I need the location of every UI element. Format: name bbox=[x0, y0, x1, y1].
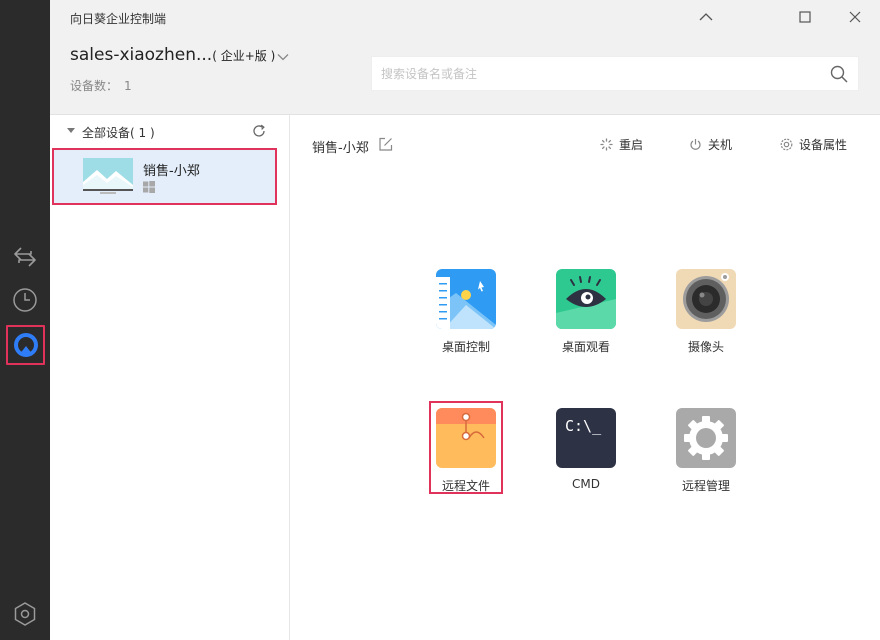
rail-settings-button[interactable] bbox=[0, 594, 50, 634]
edit-icon[interactable] bbox=[379, 137, 393, 151]
history-clock-icon bbox=[13, 288, 37, 312]
device-detail-title: 销售-小郑 bbox=[312, 141, 369, 156]
tile-desktop-view-label: 桌面观看 bbox=[561, 340, 610, 354]
tile-remote-desktop-label: 桌面控制 bbox=[441, 340, 490, 354]
windows-icon bbox=[143, 181, 155, 193]
tile-camera[interactable]: 摄像头 bbox=[666, 269, 746, 355]
tile-desktop-view[interactable]: 桌面观看 bbox=[546, 269, 626, 355]
search-box[interactable] bbox=[371, 56, 859, 91]
device-count-value: 1 bbox=[124, 79, 132, 93]
account-switcher[interactable]: sales-xiaozhen...( 企业+版 ) bbox=[70, 45, 275, 65]
close-icon bbox=[849, 11, 861, 23]
close-button[interactable] bbox=[841, 6, 869, 28]
maximize-button[interactable] bbox=[791, 6, 819, 28]
header: 向日葵企业控制端 sales-xiaozhen...( 企业+版 ) 设备数： 1 bbox=[50, 0, 880, 115]
device-name: 销售-小郑 bbox=[143, 164, 200, 179]
tile-cmd-label: CMD bbox=[572, 477, 600, 491]
cmd-terminal-icon: C:\_ bbox=[556, 408, 616, 468]
device-group-row[interactable]: 全部设备( 1 ) bbox=[50, 115, 290, 147]
maximize-icon bbox=[799, 11, 811, 23]
tile-camera-label: 摄像头 bbox=[687, 340, 724, 354]
remote-manage-gear-icon bbox=[676, 408, 736, 468]
account-dropdown-toggle[interactable] bbox=[277, 50, 289, 64]
device-list-panel: 全部设备( 1 ) 销售-小郑 bbox=[50, 115, 290, 640]
restart-label: 重启 bbox=[619, 138, 644, 152]
tile-remote-desktop[interactable]: 桌面控制 bbox=[426, 269, 506, 355]
tile-remote-file[interactable]: 远程文件 bbox=[426, 408, 506, 494]
window-title: 向日葵企业控制端 bbox=[70, 12, 167, 26]
tile-remote-file-label: 远程文件 bbox=[441, 479, 490, 493]
search-icon[interactable] bbox=[830, 65, 848, 83]
monitor-icon bbox=[83, 158, 133, 194]
tile-remote-manage[interactable]: 远程管理 bbox=[666, 408, 746, 494]
search-input[interactable] bbox=[381, 65, 811, 83]
device-properties-button[interactable]: 设备属性 bbox=[780, 136, 847, 153]
device-count: 设备数： 1 bbox=[70, 77, 132, 94]
rail-history-button[interactable] bbox=[0, 280, 50, 320]
rail-devices-button[interactable] bbox=[6, 325, 45, 365]
device-detail-panel: 销售-小郑 重启 关机 设备属性 桌面控制 桌面观看 摄像头 远程文件 C:\_… bbox=[291, 115, 880, 640]
sunlogin-device-icon bbox=[13, 333, 38, 357]
remote-desktop-icon bbox=[436, 269, 496, 329]
device-properties-label: 设备属性 bbox=[799, 138, 848, 152]
shutdown-label: 关机 bbox=[708, 138, 733, 152]
chevron-down-icon bbox=[277, 54, 289, 61]
caret-down-icon[interactable] bbox=[67, 128, 75, 133]
cmd-icon-text: C:\_ bbox=[565, 417, 602, 435]
left-nav-rail bbox=[0, 0, 50, 640]
collapse-button[interactable] bbox=[692, 6, 720, 28]
device-group-label: 全部设备( 1 ) bbox=[82, 126, 155, 140]
refresh-icon[interactable] bbox=[252, 124, 266, 138]
device-list-item[interactable]: 销售-小郑 bbox=[52, 148, 277, 205]
minimize-up-icon bbox=[699, 13, 713, 21]
shutdown-button[interactable]: 关机 bbox=[689, 136, 732, 153]
settings-icon bbox=[780, 138, 793, 151]
restart-icon bbox=[600, 138, 613, 151]
device-count-label: 设备数： bbox=[70, 79, 119, 93]
settings-hexagon-icon bbox=[14, 602, 36, 626]
remote-transfer-icon bbox=[14, 247, 36, 267]
camera-icon bbox=[676, 269, 736, 329]
account-name: sales-xiaozhen... bbox=[70, 45, 213, 65]
desktop-view-eye-icon bbox=[556, 269, 616, 329]
rail-remote-button[interactable] bbox=[0, 237, 50, 277]
remote-file-folder-icon bbox=[436, 408, 496, 468]
power-icon bbox=[690, 139, 701, 150]
account-edition: ( 企业+版 ) bbox=[212, 49, 276, 63]
tile-cmd[interactable]: C:\_ CMD bbox=[546, 408, 626, 491]
tile-remote-manage-label: 远程管理 bbox=[681, 479, 730, 493]
restart-button[interactable]: 重启 bbox=[600, 136, 643, 153]
